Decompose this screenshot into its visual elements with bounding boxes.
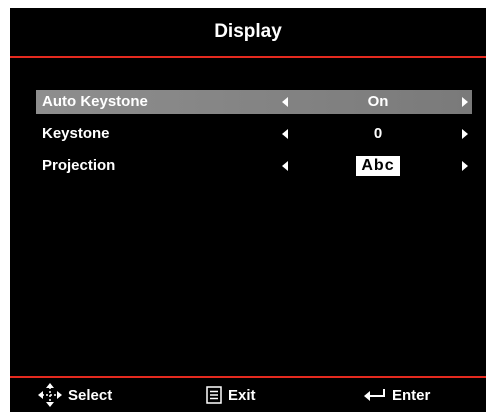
hint-enter: Enter: [364, 378, 430, 412]
arrow-right-icon[interactable]: [462, 161, 468, 171]
hint-select-label: Select: [68, 386, 113, 404]
arrow-right-icon[interactable]: [462, 97, 468, 107]
menu-list-icon: [206, 386, 222, 404]
menu-item-auto-keystone[interactable]: Auto Keystone On: [36, 90, 472, 114]
arrow-left-icon[interactable]: [282, 97, 288, 107]
osd-menu: Display Auto Keystone On Keystone 0 Proj…: [10, 8, 486, 412]
enter-return-icon: [364, 388, 386, 402]
settings-list: Auto Keystone On Keystone 0 Projection A…: [36, 90, 472, 186]
dpad-move-icon: [38, 383, 62, 407]
hint-exit: Exit: [206, 378, 256, 412]
menu-item-label: Projection: [42, 157, 116, 174]
menu-item-label: Auto Keystone: [42, 93, 148, 110]
menu-item-projection[interactable]: Projection Abc: [36, 154, 472, 178]
page-title-text: Display: [214, 21, 282, 42]
arrow-left-icon[interactable]: [282, 161, 288, 171]
arrow-right-icon[interactable]: [462, 129, 468, 139]
menu-item-value: 0: [373, 125, 383, 142]
arrow-left-icon[interactable]: [282, 129, 288, 139]
hint-select: Select: [38, 378, 112, 412]
footer-hints: Select Exit Enter: [10, 378, 486, 412]
menu-item-keystone[interactable]: Keystone 0: [36, 122, 472, 146]
projection-preview: Abc: [356, 156, 400, 176]
menu-item-value: On: [367, 93, 389, 110]
menu-item-value-wrap: Abc: [318, 154, 438, 178]
hint-exit-label: Exit: [228, 386, 256, 404]
page-title: Display: [10, 8, 486, 56]
title-divider: [10, 56, 486, 58]
menu-item-label: Keystone: [42, 125, 110, 142]
hint-enter-label: Enter: [392, 386, 431, 404]
